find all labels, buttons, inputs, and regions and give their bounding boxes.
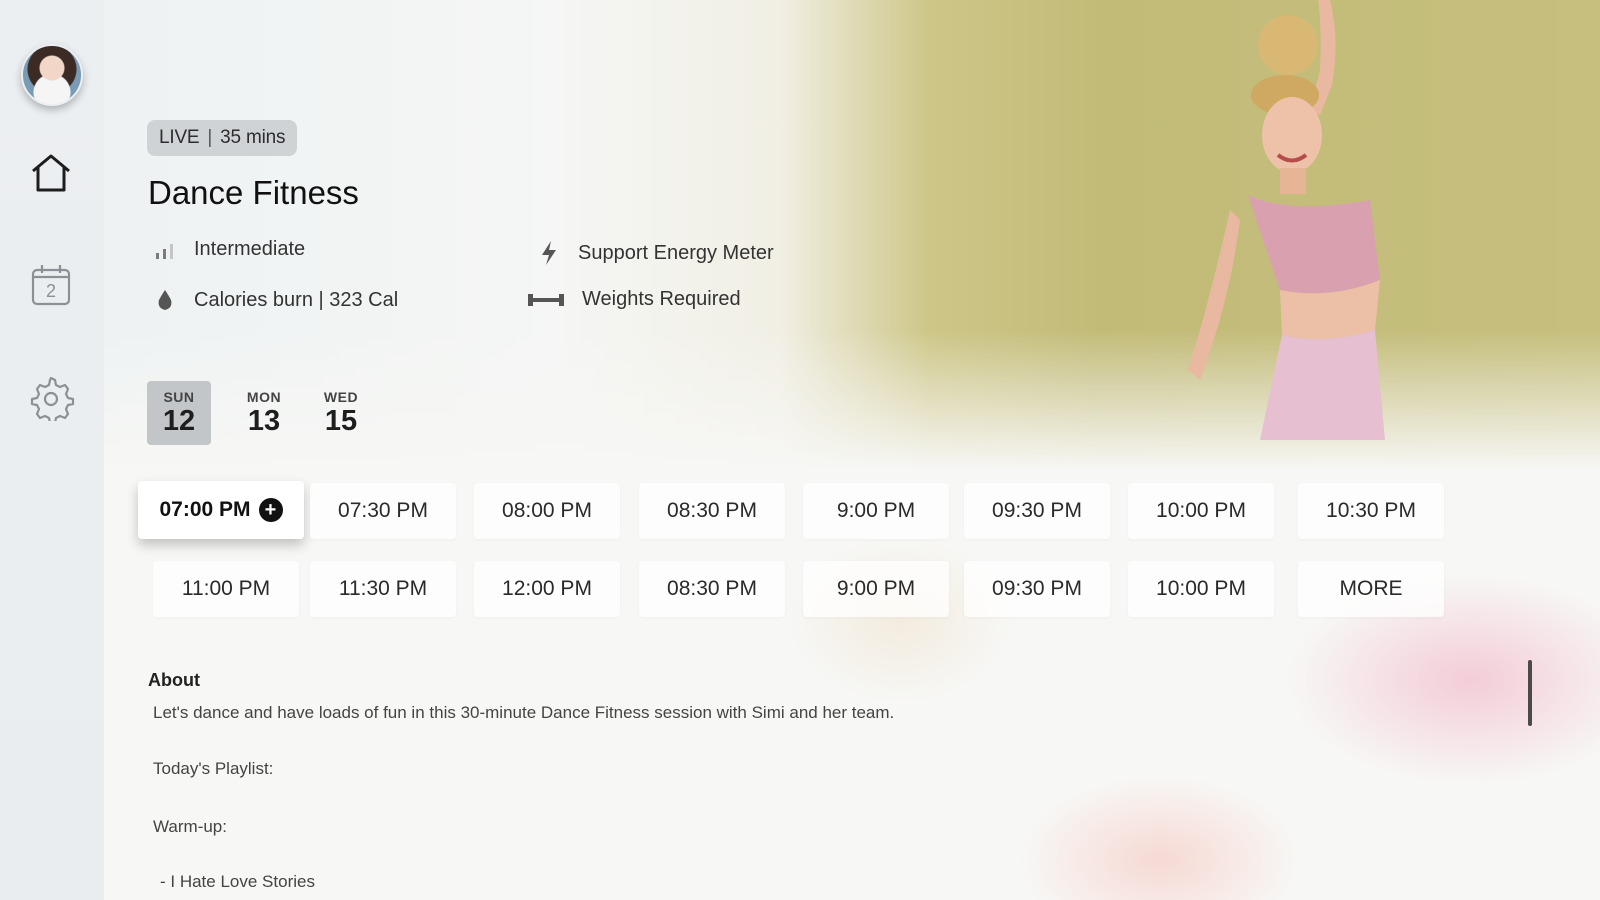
lightning-icon (534, 240, 564, 266)
sidebar-item-home[interactable] (26, 148, 76, 198)
sidebar-item-settings[interactable] (26, 372, 76, 422)
live-duration-badge: LIVE | 35 mins (147, 120, 298, 156)
timeslot-label: 07:30 PM (338, 499, 428, 522)
timeslot-button[interactable]: 9:00 PM (803, 561, 949, 617)
timeslot-button[interactable]: 9:00 PM (803, 483, 949, 539)
timeslot-button[interactable]: 07:30 PM (310, 483, 456, 539)
timeslot-button[interactable]: 11:30 PM (310, 561, 456, 617)
gear-icon (30, 376, 75, 421)
timeslot-label: 07:00 PM (159, 498, 251, 521)
more-button[interactable]: MORE (1298, 561, 1444, 617)
timeslot-label: 08:30 PM (667, 577, 757, 600)
timeslot-label: 11:00 PM (181, 577, 271, 600)
sidebar: 2 (0, 0, 104, 900)
meta-weights: Weights Required (526, 288, 741, 311)
day-wed-15[interactable]: WED 15 (309, 381, 373, 445)
timeslot-label: 9:00 PM (836, 499, 916, 522)
calendar-icon: 2 (31, 265, 71, 306)
playlist-track: - I Hate Love Stories (160, 872, 315, 891)
timeslot-button[interactable]: 08:00 PM (474, 483, 620, 539)
sidebar-item-calendar[interactable]: 2 (26, 260, 76, 310)
warmup-heading: Warm-up: (153, 817, 227, 836)
timeslot-label: 10:00 PM (1156, 499, 1246, 522)
timeslot-button[interactable]: 09:30 PM (964, 483, 1110, 539)
home-icon (32, 154, 70, 192)
timeslot-label: 9:00 PM (836, 577, 916, 600)
flame-icon (150, 288, 180, 312)
timeslot-label: 10:00 PM (1156, 577, 1246, 600)
day-dow: SUN (163, 389, 195, 405)
timeslot-button[interactable]: 09:30 PM (964, 561, 1110, 617)
level-label: Intermediate (194, 238, 306, 260)
timeslot-button[interactable]: 10:00 PM (1128, 561, 1274, 617)
day-sun-12[interactable]: SUN 12 (147, 381, 211, 445)
day-dow: MON (246, 389, 282, 405)
timeslot-label: 09:30 PM (992, 577, 1082, 600)
level-bars-icon (150, 240, 180, 260)
timeslot-button[interactable]: 10:30 PM (1298, 483, 1444, 539)
instructor-image (1188, 0, 1385, 440)
playlist-heading: Today's Playlist: (153, 759, 274, 778)
dumbbell-icon (526, 290, 566, 310)
timeslot-button[interactable]: 07:00 PM + (138, 481, 304, 539)
about-description: Let's dance and have loads of fun in thi… (153, 703, 895, 722)
energy-label: Support Energy Meter (578, 241, 774, 264)
timeslot-button[interactable]: 10:00 PM (1128, 483, 1274, 539)
day-num: 15 (324, 405, 358, 437)
avatar[interactable] (21, 44, 83, 106)
timeslot-label: 12:00 PM (502, 577, 592, 600)
add-icon: + (258, 498, 283, 522)
timeslot-label: 08:30 PM (667, 499, 757, 522)
timeslot-label: 09:30 PM (992, 499, 1082, 522)
meta-calories: Calories burn | 323 Cal (150, 288, 398, 312)
timeslot-label: 10:30 PM (1326, 499, 1416, 522)
day-dow: WED (323, 389, 359, 405)
page-title: Dance Fitness (148, 174, 359, 211)
timeslot-button[interactable]: 12:00 PM (474, 561, 620, 617)
timeslot-button[interactable]: 11:00 PM (153, 561, 299, 617)
day-num: 12 (162, 405, 196, 437)
scrollbar[interactable] (1528, 660, 1532, 726)
timeslot-label: 08:00 PM (502, 499, 592, 522)
day-mon-13[interactable]: MON 13 (232, 381, 296, 445)
timeslot-label: 11:30 PM (338, 577, 428, 600)
timeslot-button[interactable]: 08:30 PM (639, 483, 785, 539)
meta-energy: Support Energy Meter (534, 240, 774, 266)
duration-label: 35 mins (220, 127, 286, 148)
meta-level: Intermediate (150, 238, 305, 261)
live-label: LIVE (159, 127, 200, 148)
calendar-badge-number: 2 (46, 281, 56, 301)
day-num: 13 (247, 405, 281, 437)
calories-label: Calories burn | 323 Cal (194, 288, 399, 311)
weights-label: Weights Required (582, 288, 741, 310)
more-label: MORE (1339, 577, 1403, 600)
about-heading: About (148, 670, 200, 690)
timeslot-button[interactable]: 08:30 PM (639, 561, 785, 617)
